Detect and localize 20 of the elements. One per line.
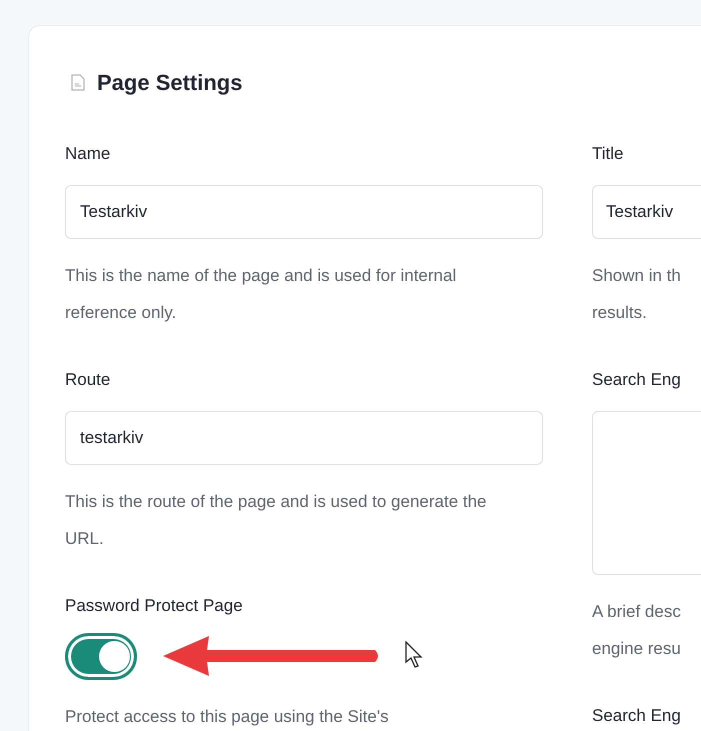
help-text: This is the name of the page and is used for internal reference only. xyxy=(65,265,458,324)
help-text: Protect access to this page using the Site's xyxy=(65,706,390,728)
panel-title: Page Settings xyxy=(97,68,242,97)
file-icon xyxy=(71,74,85,90)
field-label: Search Eng xyxy=(592,706,682,726)
toggle-switch[interactable] xyxy=(65,633,137,680)
text-field[interactable]: Testarkiv xyxy=(65,185,543,239)
help-text: Shown in th xyxy=(592,265,682,287)
help-text: This is the route of the page and is used to generate the URL. xyxy=(65,491,488,550)
field-label: Name xyxy=(65,144,112,164)
mouse-pointer-icon xyxy=(405,641,424,668)
text-field[interactable]: testarkiv xyxy=(65,411,543,465)
field-label: Route xyxy=(65,370,112,390)
field-label: Search Eng xyxy=(592,370,682,390)
help-text: A brief desc xyxy=(592,601,682,623)
field-label: Title xyxy=(592,144,624,164)
help-text: engine resu xyxy=(592,638,682,660)
help-text: results. xyxy=(592,302,648,324)
field-label: Password Protect Page xyxy=(65,596,244,616)
text-field[interactable]: Testarkiv xyxy=(592,185,701,239)
